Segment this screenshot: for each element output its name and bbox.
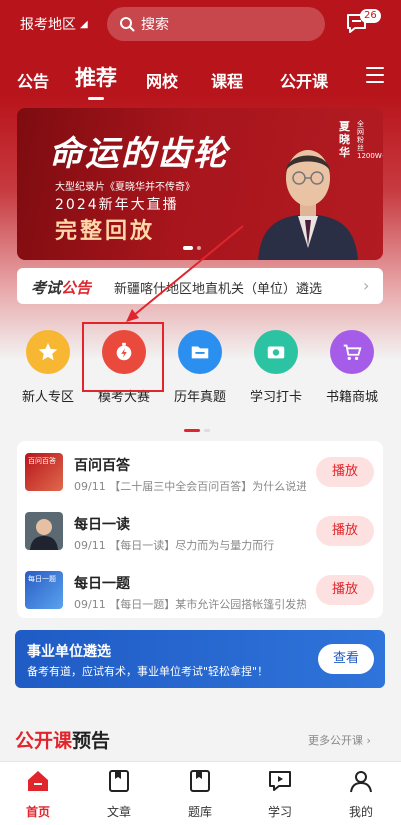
tab-open-class[interactable]: 公开课 xyxy=(280,68,328,92)
annotation-highlight-box xyxy=(82,322,164,392)
nav-tabs: 公告 推荐 网校 课程 公开课 xyxy=(0,62,401,100)
audio-list-card: 百问百答 百问百答 09/11 【二十届三中全会百问百答】为什么说进一步全面深化… xyxy=(17,441,383,618)
tab-recommend[interactable]: 推荐 xyxy=(75,62,117,100)
nav-question-bank[interactable]: 题库 xyxy=(170,768,230,820)
quick-past-exams[interactable]: 历年真题 xyxy=(160,330,240,405)
folder-icon xyxy=(178,330,222,374)
person-icon xyxy=(350,771,372,793)
banner-title: 命运的齿轮 xyxy=(49,134,229,174)
notice-text: 新疆喀什地区地直机关（单位）遴选 xyxy=(114,282,323,297)
region-selector[interactable]: 报考地区 ◢ xyxy=(20,14,88,34)
chevron-right-icon: › xyxy=(363,276,370,295)
star-icon xyxy=(26,330,70,374)
view-button[interactable]: 查看 xyxy=(318,644,374,674)
more-open-classes-link[interactable]: 更多公开课 › xyxy=(308,732,371,748)
notice-bar[interactable]: 考试公告 新疆喀什地区地直机关（单位）遴选 › xyxy=(17,268,383,304)
cart-icon xyxy=(330,330,374,374)
menu-icon[interactable] xyxy=(366,67,384,88)
list-item[interactable]: 每日一题 每日一题 09/11 【每日一题】某市允许公园搭帐篷引发热议 播放 xyxy=(17,561,383,619)
banner[interactable]: 命运的齿轮 大型纪录片《夏晓华并不传奇》 2024新年大直播 完整回放 夏晓华 … xyxy=(17,108,383,260)
question-bank-icon xyxy=(190,770,210,792)
play-button[interactable]: 播放 xyxy=(316,575,374,605)
message-badge: 26 xyxy=(360,9,381,23)
quick-study-checkin[interactable]: 学习打卡 xyxy=(236,330,316,405)
dropdown-triangle-icon: ◢ xyxy=(80,18,88,30)
quick-entries: 新人专区 模考大赛 历年真题 学习打卡 书籍商城 xyxy=(0,330,401,410)
banner-pagination xyxy=(183,246,201,250)
quick-newcomer[interactable]: 新人专区 xyxy=(8,330,88,405)
search-bar[interactable]: 搜索 xyxy=(107,7,325,41)
top-bar: 报考地区 ◢ 搜索 26 xyxy=(0,0,401,48)
play-video-icon xyxy=(269,771,291,791)
banner-subtitle-2: 2024新年大直播 xyxy=(55,197,179,213)
section-title: 公开课预告 xyxy=(15,730,111,752)
nav-profile[interactable]: 我的 xyxy=(331,768,391,820)
thumb-image: 每日一题 xyxy=(25,571,63,609)
quick-pagination xyxy=(184,429,210,432)
home-icon xyxy=(28,771,48,791)
list-item[interactable]: 百问百答 百问百答 09/11 【二十届三中全会百问百答】为什么说进一步全面深化… xyxy=(17,443,383,501)
play-button[interactable]: 播放 xyxy=(316,457,374,487)
tab-courses[interactable]: 课程 xyxy=(211,68,243,92)
banner-cta: 完整回放 xyxy=(55,219,156,244)
banner-subtitle: 大型纪录片《夏晓华并不传奇》 xyxy=(55,182,195,193)
nav-study[interactable]: 学习 xyxy=(250,768,310,820)
list-item[interactable]: 每日一读 09/11 【每日一读】尽力而为与量力而行 播放 xyxy=(17,502,383,560)
bottom-nav: 首页 文章 题库 学习 我的 xyxy=(0,761,401,825)
play-button[interactable]: 播放 xyxy=(316,516,374,546)
region-label: 报考地区 xyxy=(20,17,76,33)
search-icon xyxy=(120,17,135,32)
promo-banner[interactable]: 事业单位遴选 备考有道，应试有术，事业单位考试"轻松拿捏"！ 查看 xyxy=(15,630,385,688)
search-placeholder: 搜索 xyxy=(141,17,169,33)
notice-brand: 考试公告 xyxy=(31,279,92,297)
nav-articles[interactable]: 文章 xyxy=(89,768,149,820)
presenter-name: 夏晓华 xyxy=(339,120,350,159)
nav-home[interactable]: 首页 xyxy=(8,768,68,820)
avatar xyxy=(25,512,63,550)
quick-bookstore[interactable]: 书籍商城 xyxy=(312,330,392,405)
thumb-image: 百问百答 xyxy=(25,453,63,491)
camera-icon xyxy=(254,330,298,374)
tab-online-school[interactable]: 网校 xyxy=(146,68,178,92)
presenter-fans: 全网粉丝1200W+ xyxy=(357,120,383,160)
tab-announcement[interactable]: 公告 xyxy=(17,68,49,92)
article-icon xyxy=(109,770,129,792)
